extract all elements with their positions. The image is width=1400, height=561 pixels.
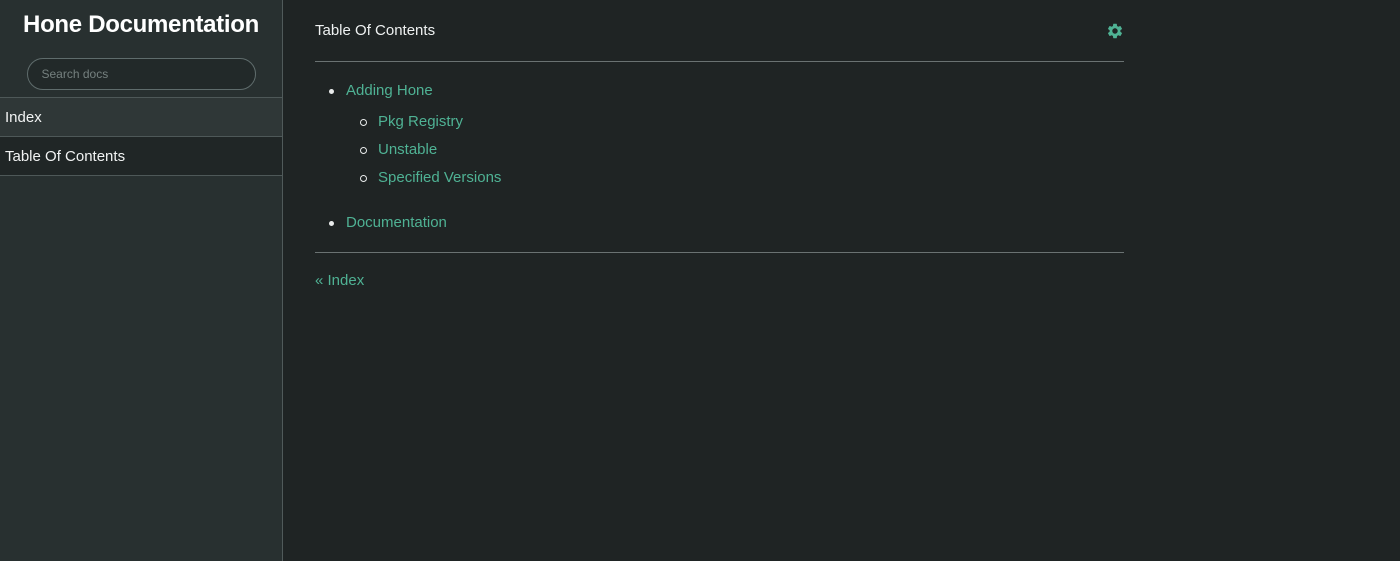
main-content: Table Of Contents Adding Hone Pkg Regist… <box>315 0 1124 290</box>
previous-page-link[interactable]: « Index <box>315 272 364 289</box>
toc-subitem-pkg-registry: Pkg Registry <box>346 111 1124 139</box>
sidebar-item-index[interactable]: Index <box>0 98 282 137</box>
search-container <box>0 52 282 98</box>
toc-sublist: Pkg Registry Unstable Specified Versions <box>346 111 1124 195</box>
page-header: Table Of Contents <box>315 0 1124 62</box>
gear-icon[interactable] <box>1106 22 1124 40</box>
sidebar-item-table-of-contents[interactable]: Table Of Contents <box>0 137 282 176</box>
toc-link-unstable[interactable]: Unstable <box>378 141 437 158</box>
toc-link-documentation[interactable]: Documentation <box>346 214 447 231</box>
toc-link-pkg-registry[interactable]: Pkg Registry <box>378 113 463 130</box>
toc-link-adding-hone[interactable]: Adding Hone <box>346 82 433 99</box>
toc-subitem-specified-versions: Specified Versions <box>346 167 1124 195</box>
sidebar: Hone Documentation Index Table Of Conten… <box>0 0 283 561</box>
search-input[interactable] <box>26 58 256 90</box>
toc-link-specified-versions[interactable]: Specified Versions <box>378 169 501 186</box>
toc-subitem-unstable: Unstable <box>346 139 1124 167</box>
toc-item-documentation: Documentation <box>315 212 1124 234</box>
toc-item-adding-hone: Adding Hone Pkg Registry Unstable Specif… <box>315 80 1124 195</box>
table-of-contents: Adding Hone Pkg Registry Unstable Specif… <box>315 62 1124 253</box>
page-title: Table Of Contents <box>315 22 436 39</box>
site-title[interactable]: Hone Documentation <box>0 0 282 52</box>
toc-list: Adding Hone Pkg Registry Unstable Specif… <box>315 80 1124 234</box>
